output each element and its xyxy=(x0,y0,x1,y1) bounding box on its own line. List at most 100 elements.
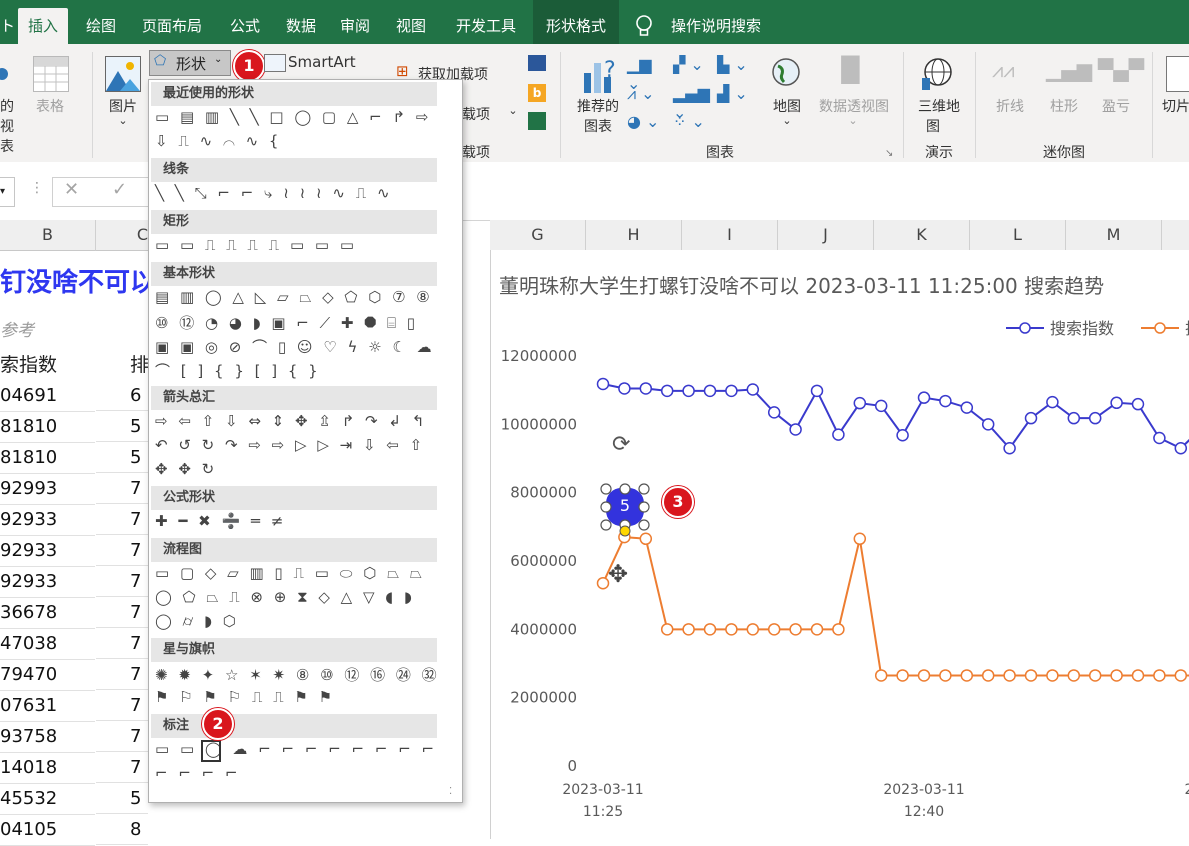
cell-rank[interactable]: 5 xyxy=(96,442,148,473)
picture-button[interactable]: 图片 xyxy=(100,96,146,116)
stars-row-1[interactable]: ✺ ✹ ✦ ☆ ✶ ✷ ⑧ ⑩ ⑫ ⑯ ㉔ ㉜ xyxy=(155,664,440,688)
chart-area[interactable]: 董明珠称大学生打螺钉没啥不可以 2023-03-11 11:25:00 搜索趋势… xyxy=(490,250,1189,839)
slicer-button[interactable]: 切片 xyxy=(1162,96,1189,116)
equation-row[interactable]: ✚ ━ ✖ ➗ ═ ≠ xyxy=(155,512,286,536)
chevron-down-icon[interactable]: ⌄ xyxy=(780,114,794,127)
column-header-b[interactable]: B xyxy=(0,220,96,251)
cell-rank[interactable]: 7 xyxy=(96,752,148,783)
cell-search-index[interactable]: 47038 xyxy=(0,628,95,660)
cancel-icon[interactable]: ✕ xyxy=(64,179,79,200)
lines-row[interactable]: ╲ ╲ ⤡ ⌐ ⌐ ⤷ ≀ ≀ ≀ ∿ ⎍ ∿ xyxy=(155,184,393,208)
cell-search-index[interactable]: 36678 xyxy=(0,597,95,629)
waterfall-chart-icon[interactable]: ▙ ⌄ xyxy=(717,55,753,75)
column-header-i[interactable]: I xyxy=(682,220,778,251)
sparkline-line-button[interactable]: 折线 xyxy=(990,96,1030,116)
shapes-button[interactable]: ⬠ 形状 ⌄ xyxy=(149,50,231,76)
column-header-g[interactable]: G xyxy=(490,220,586,251)
callouts-row-2[interactable]: ⌐ ⌐ ⌐ ⌐ xyxy=(155,764,241,788)
pie-chart-icon[interactable]: ◕ ⌄ xyxy=(627,112,663,132)
name-box[interactable]: ▾ xyxy=(0,177,15,207)
rectangles-row[interactable]: ▭ ▭ ⎍ ⎍ ⎍ ⎍ ▭ ▭ ▭ xyxy=(155,236,357,260)
line-chart-icon[interactable]: ⩘ ⌄ xyxy=(627,84,663,104)
flowchart-row-1[interactable]: ▭ ▢ ◇ ▱ ▥ ▯ ⎍ ▭ ⬭ ⬡ ⏢ ⏢ xyxy=(155,564,425,588)
sparkline-winloss-button[interactable]: 盈亏 xyxy=(1096,96,1136,116)
enter-icon[interactable]: ✓ xyxy=(112,179,127,200)
cell-search-index[interactable]: 45532 xyxy=(0,783,95,815)
visio-icon[interactable] xyxy=(528,55,546,71)
cell-search-index[interactable]: 04105 xyxy=(0,814,95,846)
cell-search-index[interactable]: 81810 xyxy=(0,442,95,474)
flowchart-row-3[interactable]: ◯ ⌭ ◗ ⬡ xyxy=(155,612,239,636)
cell-search-index[interactable]: 92933 xyxy=(0,566,95,598)
chevron-down-icon[interactable]: ⌄ xyxy=(506,104,520,117)
basic-shapes-row-4[interactable]: ⌒ [ ] { } [ ] { } xyxy=(155,360,321,384)
map-button[interactable]: 地图 xyxy=(764,96,810,116)
basic-shapes-row-3[interactable]: ▣ ▣ ◎ ⊘ ⌒ ▯ ☺ ♡ ϟ ☼ ☾ ☁ xyxy=(155,336,435,360)
3d-map-label-1[interactable]: 三维地 xyxy=(912,96,966,116)
arrows-row-2[interactable]: ↶ ↺ ↻ ↷ ⇨ ⇨ ▷ ▷ ⇥ ⇩ ⇦ ⇧ xyxy=(155,436,425,460)
callouts-row-1[interactable]: ▭ ▭ ◯ ☁ ⌐ ⌐ ⌐ ⌐ ⌐ ⌐ ⌐ ⌐ xyxy=(155,740,437,764)
column-header-n[interactable] xyxy=(1162,220,1189,251)
cell-rank[interactable]: 7 xyxy=(96,566,148,597)
cell-search-index[interactable]: 81810 xyxy=(0,411,95,443)
pivottable-label-1[interactable]: 的 xyxy=(0,96,22,116)
column-header-k[interactable]: K xyxy=(874,220,970,251)
resize-grip-icon[interactable]: ⁚ xyxy=(449,786,452,797)
cell-rank[interactable]: 7 xyxy=(96,721,148,752)
basic-shapes-row-2[interactable]: ⑩ ⑫ ◔ ◕ ◗ ▣ ⌐ ⟋ ✚ ⯃ ⌸ ▯ xyxy=(155,312,418,336)
column-header-m[interactable]: M xyxy=(1066,220,1162,251)
scatter-chart-icon[interactable]: ⁘ ⌄ xyxy=(673,112,709,132)
rotate-handle-icon[interactable]: ⟳ xyxy=(612,432,630,457)
cell-search-index[interactable]: 92933 xyxy=(0,535,95,567)
reference-note[interactable]: 参考 xyxy=(0,316,34,341)
cell-rank[interactable]: 6 xyxy=(96,380,148,411)
arrows-row-1[interactable]: ⇨ ⇦ ⇧ ⇩ ⇔ ⇕ ✥ ⇫ ↱ ↷ ↲ ↰ xyxy=(155,412,427,436)
cell-rank[interactable]: 7 xyxy=(96,535,148,566)
basic-shapes-row-1[interactable]: ▤ ▥ ◯ △ ◺ ▱ ⏢ ◇ ⬠ ⬡ ⑦ ⑧ xyxy=(155,288,433,312)
recommended-charts-label-2[interactable]: 图表 xyxy=(570,116,626,136)
cell-rank[interactable]: 7 xyxy=(96,659,148,690)
tab-insert[interactable]: 插入 xyxy=(18,8,68,44)
stars-row-2[interactable]: ⚑ ⚐ ⚑ ⚐ ⎍ ⎍ ⚑ ⚑ xyxy=(155,688,335,712)
column-header-h[interactable]: H xyxy=(586,220,682,251)
bing-icon[interactable]: b xyxy=(528,84,546,102)
header-search-index[interactable]: 索指数 xyxy=(0,350,57,377)
cell-search-index[interactable]: 92993 xyxy=(0,473,95,505)
cell-search-index[interactable]: 92933 xyxy=(0,504,95,536)
arrows-row-3[interactable]: ✥ ✥ ↻ xyxy=(155,460,217,484)
header-rank[interactable]: 排 xyxy=(130,350,149,377)
cell-rank[interactable]: 7 xyxy=(96,504,148,535)
hierarchy-chart-icon[interactable]: ▞ ⌄ xyxy=(673,55,709,75)
column-header-j[interactable]: J xyxy=(778,220,874,251)
cell-search-index[interactable]: 04691 xyxy=(0,380,95,412)
cell-search-index[interactable]: 79470 xyxy=(0,659,95,691)
cell-rank[interactable]: 7 xyxy=(96,690,148,721)
oval-callout-selected[interactable] xyxy=(201,740,221,762)
cell-rank[interactable]: 5 xyxy=(96,783,148,814)
table-button[interactable]: 表格 xyxy=(30,96,70,116)
column-header-c[interactable]: C xyxy=(96,220,149,251)
cell-rank[interactable]: 7 xyxy=(96,628,148,659)
my-addins-button[interactable]: 载项 xyxy=(462,104,502,124)
pivottable-label-2[interactable]: 视表 xyxy=(0,116,22,156)
recommended-charts-label-1[interactable]: 推荐的 xyxy=(570,96,626,116)
cell-search-index[interactable]: 14018 xyxy=(0,752,95,784)
dialog-launcher-icon[interactable]: ↘ xyxy=(885,148,893,159)
pivot-chart-button[interactable]: 数据透视图 xyxy=(812,96,896,116)
people-graph-icon[interactable] xyxy=(528,112,546,130)
cell-rank[interactable]: 8 xyxy=(96,814,148,845)
column-header-l[interactable]: L xyxy=(970,220,1066,251)
column-chart-icon[interactable]: ▁▆ ⌄ xyxy=(627,55,663,93)
cell-search-index[interactable]: 07631 xyxy=(0,690,95,722)
cell-rank[interactable]: 5 xyxy=(96,411,148,442)
sparkline-column-button[interactable]: 柱形 xyxy=(1044,96,1084,116)
smartart-button[interactable]: SmartArt xyxy=(288,53,358,71)
3d-map-label-2[interactable]: 图 xyxy=(918,116,948,136)
selection-handles[interactable] xyxy=(598,480,652,570)
sheet-title[interactable]: 钉没啥不可以 xyxy=(0,262,148,299)
flowchart-row-2[interactable]: ◯ ⬠ ⏢ ⎍ ⊗ ⊕ ⧗ ◇ △ ▽ ◖ ◗ xyxy=(155,588,415,612)
cell-search-index[interactable]: 93758 xyxy=(0,721,95,753)
combo-chart-icon[interactable]: ▟ ⌄ xyxy=(717,84,753,104)
cell-rank[interactable]: 7 xyxy=(96,597,148,628)
recent-shapes-row-2[interactable]: ⇩ ⎍ ∿ ⌒ ∿ { xyxy=(155,132,281,156)
